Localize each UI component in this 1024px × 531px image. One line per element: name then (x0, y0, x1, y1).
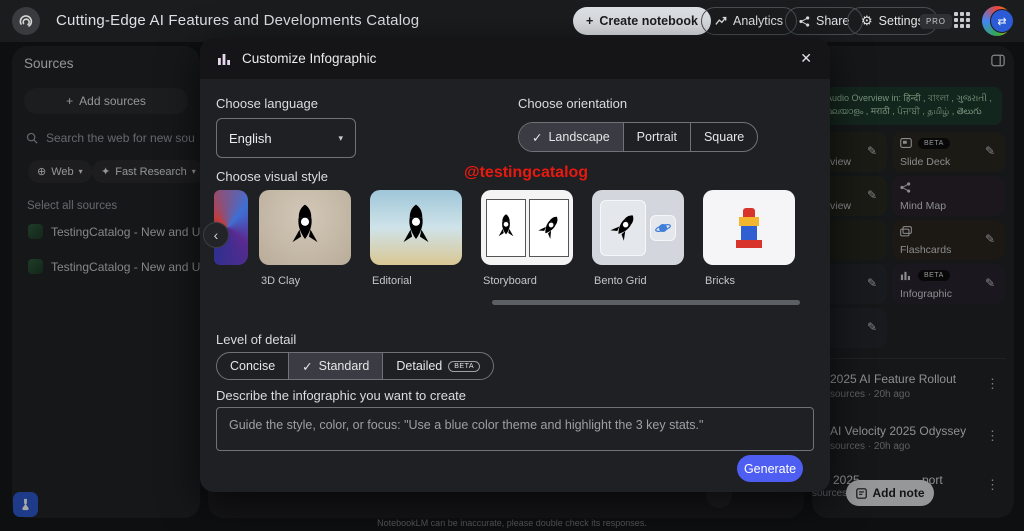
modal-title: Customize Infographic (242, 51, 376, 66)
close-icon[interactable]: ✕ (800, 50, 812, 67)
modal-header: Customize Infographic ✕ (200, 38, 830, 80)
dropdown-caret-icon: ▾ (338, 133, 343, 144)
orientation-option-portrait[interactable]: Portrait (624, 123, 691, 151)
level-of-detail-label: Level of detail (216, 332, 296, 347)
check-icon: ✓ (302, 359, 312, 374)
create-notebook-button[interactable]: + Create notebook (573, 7, 711, 35)
gear-icon: ⚙ (861, 13, 873, 29)
style-thumb-storyboard[interactable] (481, 190, 573, 265)
detail-segmented-control: Concise ✓ Standard Detailed BETA (216, 352, 494, 380)
notebooklm-app: Cutting-Edge AI Features and Development… (0, 0, 1024, 531)
detail-option-concise[interactable]: Concise (217, 353, 289, 379)
notebook-title: Cutting-Edge AI Features and Development… (56, 12, 419, 29)
generate-button[interactable]: Generate (737, 455, 803, 482)
style-label: Bento Grid (594, 275, 647, 287)
style-thumb-3d-clay[interactable] (259, 190, 351, 265)
carousel-prev-button[interactable]: ‹ (203, 222, 229, 248)
style-thumb-editorial[interactable] (370, 190, 462, 265)
detail-option-detailed[interactable]: Detailed BETA (383, 353, 493, 379)
analytics-button[interactable]: Analytics (701, 7, 797, 35)
share-icon (799, 16, 810, 27)
choose-visual-style-label: Choose visual style (216, 169, 328, 184)
orientation-option-landscape[interactable]: ✓ Landscape (519, 123, 624, 151)
carousel-scrollbar[interactable] (492, 300, 800, 305)
beta-badge: BETA (448, 361, 480, 372)
choose-language-label: Choose language (216, 96, 318, 111)
pro-badge: PRO (920, 14, 952, 29)
apps-grid-icon[interactable] (954, 12, 972, 30)
detail-option-standard[interactable]: ✓ Standard (289, 353, 383, 379)
analytics-icon (715, 15, 727, 27)
infographic-bars-icon (217, 52, 231, 71)
check-icon: ✓ (532, 130, 542, 145)
switch-profile-icon[interactable]: ⇄ (990, 9, 1014, 33)
describe-input-wrapper (216, 407, 814, 451)
choose-orientation-label: Choose orientation (518, 96, 627, 111)
describe-label: Describe the infographic you want to cre… (216, 388, 466, 403)
describe-input[interactable] (229, 418, 801, 440)
chevron-left-icon: ‹ (214, 227, 219, 243)
language-select[interactable]: English ▾ (216, 118, 356, 158)
top-bar: Cutting-Edge AI Features and Development… (0, 0, 1024, 42)
customize-infographic-modal: Customize Infographic ✕ Choose language … (200, 38, 830, 492)
notebooklm-logo-icon[interactable] (12, 7, 40, 35)
style-thumb-bricks[interactable] (703, 190, 795, 265)
orientation-segmented-control: ✓ Landscape Portrait Square (518, 122, 758, 152)
style-label: Storyboard (483, 275, 537, 287)
style-thumb-bento-grid[interactable] (592, 190, 684, 265)
plus-icon: + (586, 14, 593, 28)
style-label: Bricks (705, 275, 735, 287)
style-label: 3D Clay (261, 275, 300, 287)
style-label: Editorial (372, 275, 412, 287)
watermark-text: @testingcatalog (464, 164, 588, 182)
orientation-option-square[interactable]: Square (691, 123, 757, 151)
